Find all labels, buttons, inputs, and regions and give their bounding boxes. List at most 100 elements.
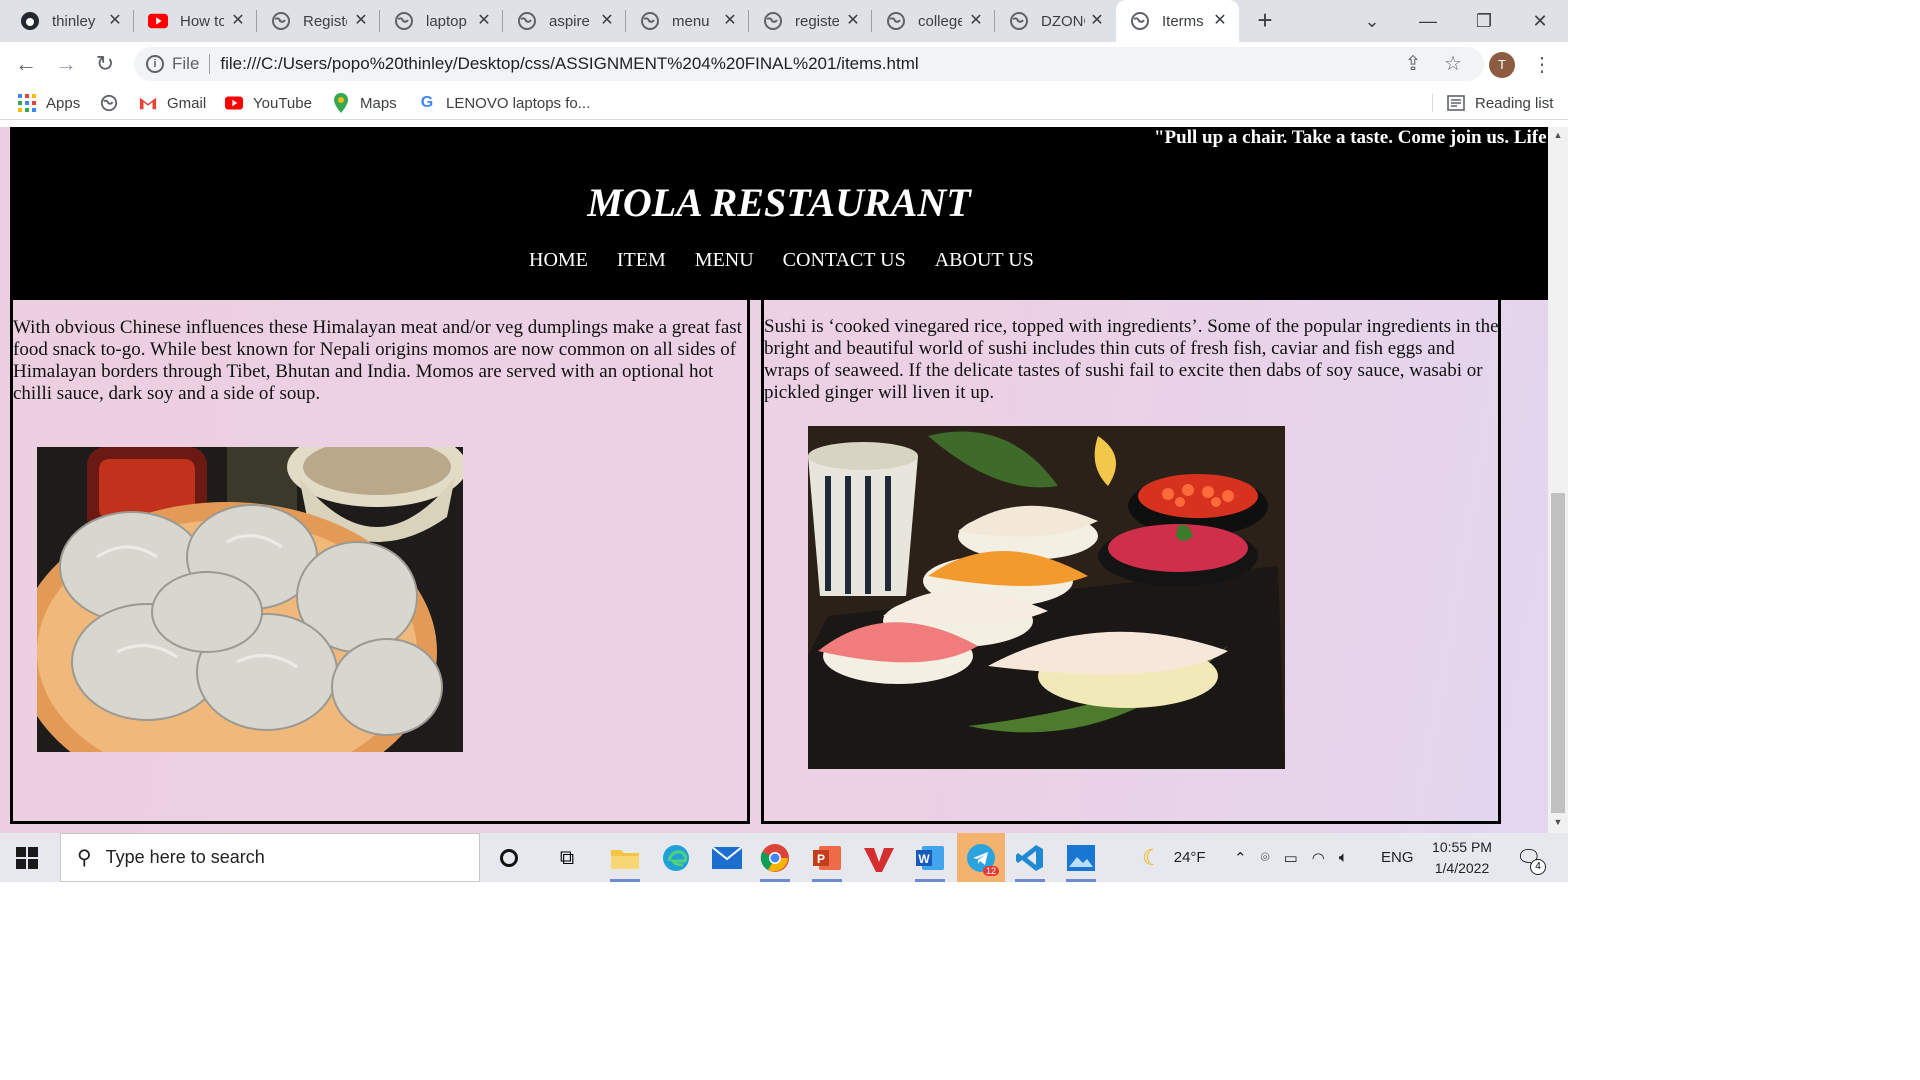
chrome-icon xyxy=(760,844,789,872)
globe-icon xyxy=(517,11,537,31)
close-icon[interactable]: ✕ xyxy=(229,12,247,30)
tab-title: aspire xyxy=(549,12,590,30)
battery-icon[interactable]: ▭ xyxy=(1284,849,1298,867)
svg-text:P: P xyxy=(817,852,825,866)
taskbar-chrome[interactable] xyxy=(756,839,794,882)
reload-button[interactable]: ↻ xyxy=(91,50,119,78)
language-indicator[interactable]: ENG xyxy=(1381,833,1414,882)
address-bar[interactable]: i File file:///C:/Users/popo%20thinley/D… xyxy=(134,47,1484,81)
tab-aspire[interactable]: aspire ✕ xyxy=(503,0,626,42)
nav-menu[interactable]: MENU xyxy=(695,249,754,272)
arrow-left-icon: ← xyxy=(15,51,37,76)
apps-grid-icon xyxy=(18,94,36,112)
telegram-badge: 12 xyxy=(982,866,999,876)
share-icon[interactable]: ⇪ xyxy=(1400,51,1426,77)
weather-widget[interactable]: ☾ 24°F xyxy=(1142,833,1206,882)
close-icon[interactable]: ✕ xyxy=(352,12,370,30)
bookmark-lenovo[interactable]: G LENOVO laptops fo... xyxy=(418,93,590,113)
tab-title: menu xyxy=(672,12,710,30)
folder-icon xyxy=(611,850,639,869)
map-pin-icon xyxy=(332,93,350,113)
tab-title: How to xyxy=(180,12,224,30)
globe-icon xyxy=(763,11,783,31)
taskbar-search-box[interactable]: ⚲ Type here to search xyxy=(60,833,480,882)
taskbar-file-explorer[interactable] xyxy=(606,839,644,882)
windows-start-button[interactable] xyxy=(16,847,38,874)
scroll-down-icon[interactable]: ▼ xyxy=(1552,817,1564,829)
info-icon[interactable]: i xyxy=(146,55,164,73)
tab-college[interactable]: college ✕ xyxy=(872,0,995,42)
taskbar-powerpoint[interactable]: P xyxy=(808,839,846,882)
bookmark-youtube[interactable]: YouTube xyxy=(225,93,312,113)
close-icon[interactable]: ✕ xyxy=(844,12,862,30)
notification-count: 4 xyxy=(1530,859,1546,875)
taskbar-mail[interactable] xyxy=(708,839,746,877)
tab-register[interactable]: Registe ✕ xyxy=(257,0,380,42)
bookmark-maps[interactable]: Maps xyxy=(332,93,397,113)
volume-icon[interactable]: 🔈︎ xyxy=(1339,849,1348,866)
chevron-up-icon[interactable]: ⌃ xyxy=(1234,849,1247,867)
meet-now-icon[interactable]: ⌾ xyxy=(1261,849,1270,866)
wifi-icon[interactable]: ◠ xyxy=(1312,849,1325,867)
close-icon[interactable]: ✕ xyxy=(475,12,493,30)
clock[interactable]: 10:55 PM 1/4/2022 xyxy=(1426,837,1498,879)
star-icon[interactable]: ☆ xyxy=(1440,51,1466,77)
powerpoint-icon: P xyxy=(813,846,841,870)
close-icon[interactable]: ✕ xyxy=(967,12,985,30)
search-icon: ⚲ xyxy=(77,847,92,869)
url-text[interactable]: file:///C:/Users/popo%20thinley/Desktop/… xyxy=(220,54,918,74)
nav-item[interactable]: ITEM xyxy=(617,249,666,272)
close-icon[interactable]: ✕ xyxy=(598,12,616,30)
close-icon[interactable]: ✕ xyxy=(1211,12,1229,30)
active-indicator xyxy=(760,879,790,882)
tab-youtube[interactable]: How to ✕ xyxy=(134,0,257,42)
bookmark-globe[interactable] xyxy=(100,93,128,113)
taskbar-edge[interactable] xyxy=(657,839,695,877)
tab-menu[interactable]: menu ✕ xyxy=(626,0,749,42)
restore-button[interactable]: ❐ xyxy=(1456,0,1512,42)
avatar[interactable]: T xyxy=(1489,52,1515,78)
scroll-up-icon[interactable]: ▲ xyxy=(1552,130,1564,142)
tab-title: thinley xyxy=(52,12,96,30)
tab-github[interactable]: thinley ✕ xyxy=(0,0,134,42)
task-view-button[interactable]: ⧉ xyxy=(548,839,586,877)
tab-iterms[interactable]: Iterms ✕ xyxy=(1116,0,1239,42)
tab-title: laptop xyxy=(426,12,467,30)
photos-icon xyxy=(1067,845,1095,871)
notification-center-button[interactable]: 🗨︎ 4 xyxy=(1516,845,1546,875)
scroll-thumb[interactable] xyxy=(1551,493,1565,813)
new-tab-button[interactable]: + xyxy=(1252,7,1278,34)
forward-button[interactable]: → xyxy=(52,50,80,78)
task-view-icon: ⧉ xyxy=(559,846,575,869)
reading-list-button[interactable]: Reading list xyxy=(1447,93,1553,113)
tab-search-button[interactable]: ⌄ xyxy=(1344,0,1400,42)
tab-registe[interactable]: registe ✕ xyxy=(749,0,872,42)
nav-about-us[interactable]: ABOUT US xyxy=(935,249,1034,272)
close-icon[interactable]: ✕ xyxy=(721,12,739,30)
cortana-button[interactable] xyxy=(490,839,528,877)
nav-home[interactable]: HOME xyxy=(529,249,588,272)
taskbar-telegram[interactable]: 12 xyxy=(957,833,1005,882)
scheme-label: File xyxy=(172,54,200,73)
site-title: MOLA RESTAURANT xyxy=(587,180,971,225)
tab-laptop[interactable]: laptop ✕ xyxy=(380,0,503,42)
close-icon[interactable]: ✕ xyxy=(106,12,124,30)
more-options-icon[interactable]: ⋮ xyxy=(1532,52,1552,78)
nav-contact-us[interactable]: CONTACT US xyxy=(783,249,906,272)
mail-icon xyxy=(712,847,742,869)
back-button[interactable]: ← xyxy=(12,50,40,78)
taskbar-vector-app[interactable] xyxy=(860,839,898,877)
tab-dzong[interactable]: DZONG ✕ xyxy=(995,0,1116,42)
taskbar-photos[interactable] xyxy=(1062,839,1100,882)
bookmark-gmail[interactable]: Gmail xyxy=(139,93,206,113)
close-icon[interactable]: ✕ xyxy=(1088,12,1106,30)
minimize-button[interactable]: — xyxy=(1400,0,1456,42)
close-window-button[interactable]: ✕ xyxy=(1512,0,1568,42)
page-scrollbar[interactable]: ▲ ▼ xyxy=(1548,127,1568,833)
language-label: ENG xyxy=(1381,849,1414,866)
bookmark-apps[interactable]: Apps xyxy=(18,93,80,113)
taskbar-word[interactable]: W xyxy=(911,839,949,882)
svg-text:W: W xyxy=(918,852,930,866)
taskbar-vscode[interactable] xyxy=(1011,839,1049,882)
edge-icon xyxy=(663,845,689,871)
